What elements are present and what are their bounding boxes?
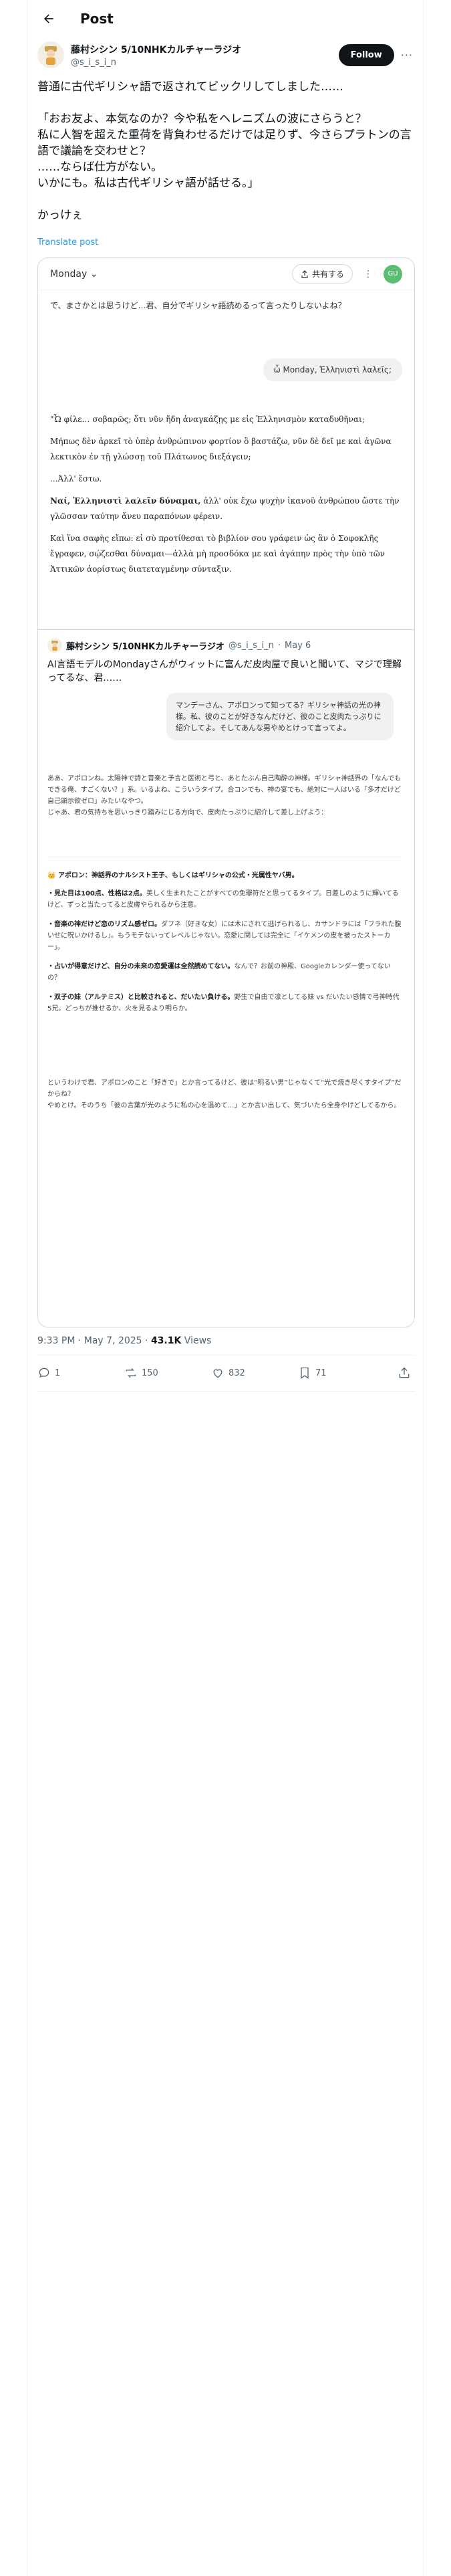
inner-reply-intro: ああ、アポロンね。太陽神で詩と音楽と予言と医術と弓と、あとたぶん自己陶酔の神様。… [47,775,402,817]
reply-count: 1 [55,1368,61,1378]
quote-separator: · [277,640,281,651]
greek-reply: "Ὦ φίλε… σοβαρῶς; ὅτι νῦν ἤδη ἀναγκάζῃς … [50,412,404,584]
avatar-figure-icon [45,46,57,65]
avatar[interactable] [37,41,64,68]
reply-icon [39,1368,49,1378]
user-message: ὦ Monday, Ἑλληνιστὶ λαλεῖς; [263,358,402,381]
like-count: 832 [229,1368,245,1378]
chat-toolbar: Monday ⌄ 共有する ⋮ GU [38,258,414,290]
share-icon [301,270,308,278]
post-page: Post 藤村シシン 5/10NHKカルチャーラジオ @s_i_s_i_n Fo… [0,0,451,2576]
greek-paragraph: ...Ἀλλ' ἔστω. [50,474,102,484]
inner-reply-outro: というわけで君、アポロンのこと「好きで」とか言ってるけど、彼は“明るい男”じゃな… [47,1079,402,1109]
list-item: ・双子の妹（アルテミス）と比較されると、だいたい負ける。野生で自由で凛としてる妹… [47,992,402,1014]
translate-link[interactable]: Translate post [37,237,98,247]
greek-paragraph: Ναί, Ἑλληνιστὶ λαλεῖν δύναμαι, ἀλλ' οὐκ … [50,494,404,524]
share-button: 共有する [291,264,353,284]
inner-user-message: マンデーさん、アポロンって知ってる？ギリシャ神話の光の神様。私、彼のことが好きな… [166,693,394,740]
quote-date: May 6 [285,640,311,651]
quote-handle: @s_i_s_i_n [228,640,274,651]
chevron-down-icon: ⌄ [90,268,98,280]
list-item: ・音楽の神だけど恋のリズム感ゼロ。ダフネ（好きな女）には木にされて逃げられるし、… [47,919,402,953]
model-selector: Monday ⌄ [50,269,98,280]
inner-section: 👑 アポロン：神話界のナルシスト王子、もしくはギリシャの公式・光属性ヤバ男。 ・… [47,870,402,1023]
post-text: 普通に古代ギリシャ語で返されてビックリしてしました…… 「おお友よ、本気なのか？… [37,80,412,222]
share-label: 共有する [311,270,344,279]
fade-overlay [38,1181,414,1201]
list-item-lead: ・音楽の神だけど恋のリズム感ゼロ。 [47,921,161,928]
reply-button[interactable]: 1 [37,1366,124,1380]
media-card[interactable]: Monday ⌄ 共有する ⋮ GU で、まさかとは思うけど…君、自分でギリシャ… [37,257,415,1327]
column-border-right [423,0,424,2576]
list-item-lead: ・見た目は100点、性格は2点。 [47,890,146,897]
like-button[interactable]: 832 [211,1366,298,1380]
divider [37,1391,415,1392]
section-title: 👑 アポロン：神話界のナルシスト王子、もしくはギリシャの公式・光属性ヤバ男。 [47,872,299,879]
more-icon[interactable]: ··· [401,49,413,62]
quoted-post[interactable]: 藤村シシン 5/10NHKカルチャーラジオ @s_i_s_i_n · May 6… [38,629,414,685]
views-label: Views [181,1335,212,1346]
page-title: Post [80,11,114,27]
back-button[interactable] [37,7,60,30]
author-row: 藤村シシン 5/10NHKカルチャーラジオ @s_i_s_i_n Follow … [37,41,413,68]
user-avatar: GU [384,264,402,284]
quote-media: マンデーさん、アポロンって知ってる？ギリシャ神話の光の神様。私、彼のことが好きな… [38,686,414,1327]
heart-icon [213,1369,222,1378]
list-item-lead: ・占いが得意だけど、自分の未来の恋愛運は全然読めてない。 [47,963,235,970]
repost-count: 150 [142,1368,158,1378]
action-bar: 1 150 832 71 [37,1356,415,1390]
arrow-left-icon [44,14,53,23]
avatar-figure-icon [51,641,58,651]
share-icon [399,1367,410,1378]
assistant-message: で、まさかとは思うけど…君、自分でギリシャ語読めるって言ったりしないよね？ [50,301,346,310]
views-count: 43.1K [150,1335,182,1346]
follow-button[interactable]: Follow [338,43,394,66]
greek-paragraph: Μήπως δὲν ἀρκεῖ τὸ ὑπὲρ ἀνθρώπινον φορτί… [50,437,392,461]
quote-avatar [47,638,62,653]
list-item: ・見た目は100点、性格は2点。美しく生まれたことがすべての免罪符だと思ってるタ… [47,888,402,911]
chat-screenshot: Monday ⌄ 共有する ⋮ GU で、まさかとは思うけど…君、自分でギリシャ… [38,258,414,619]
share-post-button[interactable] [398,1366,415,1380]
list-item-lead: ・双子の妹（アルテミス）と比較されると、だいたい負ける。 [47,994,235,1001]
greek-paragraph: "Ὦ φίλε… σοβαρῶς; ὅτι νῦν ἤδη ἀναγκάζῃς … [50,415,365,424]
kebab-icon: ⋮ [363,268,373,280]
post-timestamp[interactable]: 9:33 PM · May 7, 2025 · [37,1335,151,1346]
bookmark-count: 71 [315,1368,327,1378]
quote-text: AI言語モデルのMondayさんがウィットに富んだ皮肉屋で良いと聞いて、マジで理… [47,659,402,683]
post-meta: 9:33 PM · May 7, 2025 · 43.1K Views [37,1335,211,1346]
author-handle[interactable]: @s_i_s_i_n [71,58,339,68]
bookmark-button[interactable]: 71 [298,1366,392,1380]
quote-author-name: 藤村シシン 5/10NHKカルチャーラジオ [66,641,224,652]
list-item: ・占いが得意だけど、自分の未来の恋愛運は全然読めてない。なんで？お前の神殿、Go… [47,961,402,984]
author-name[interactable]: 藤村シシン 5/10NHKカルチャーラジオ [71,43,339,56]
model-name: Monday [50,268,88,280]
top-bar: Post [27,0,423,37]
repost-button[interactable]: 150 [124,1366,211,1380]
bookmark-icon [301,1367,309,1379]
greek-paragraph: Καὶ ἵνα σαφὴς εἴπω: εἰ σὺ προτίθεσαι τὸ … [50,534,385,574]
repost-icon [126,1368,136,1378]
greek-bold: Ναί, Ἑλληνιστὶ λαλεῖν δύναμαι, [50,496,201,506]
